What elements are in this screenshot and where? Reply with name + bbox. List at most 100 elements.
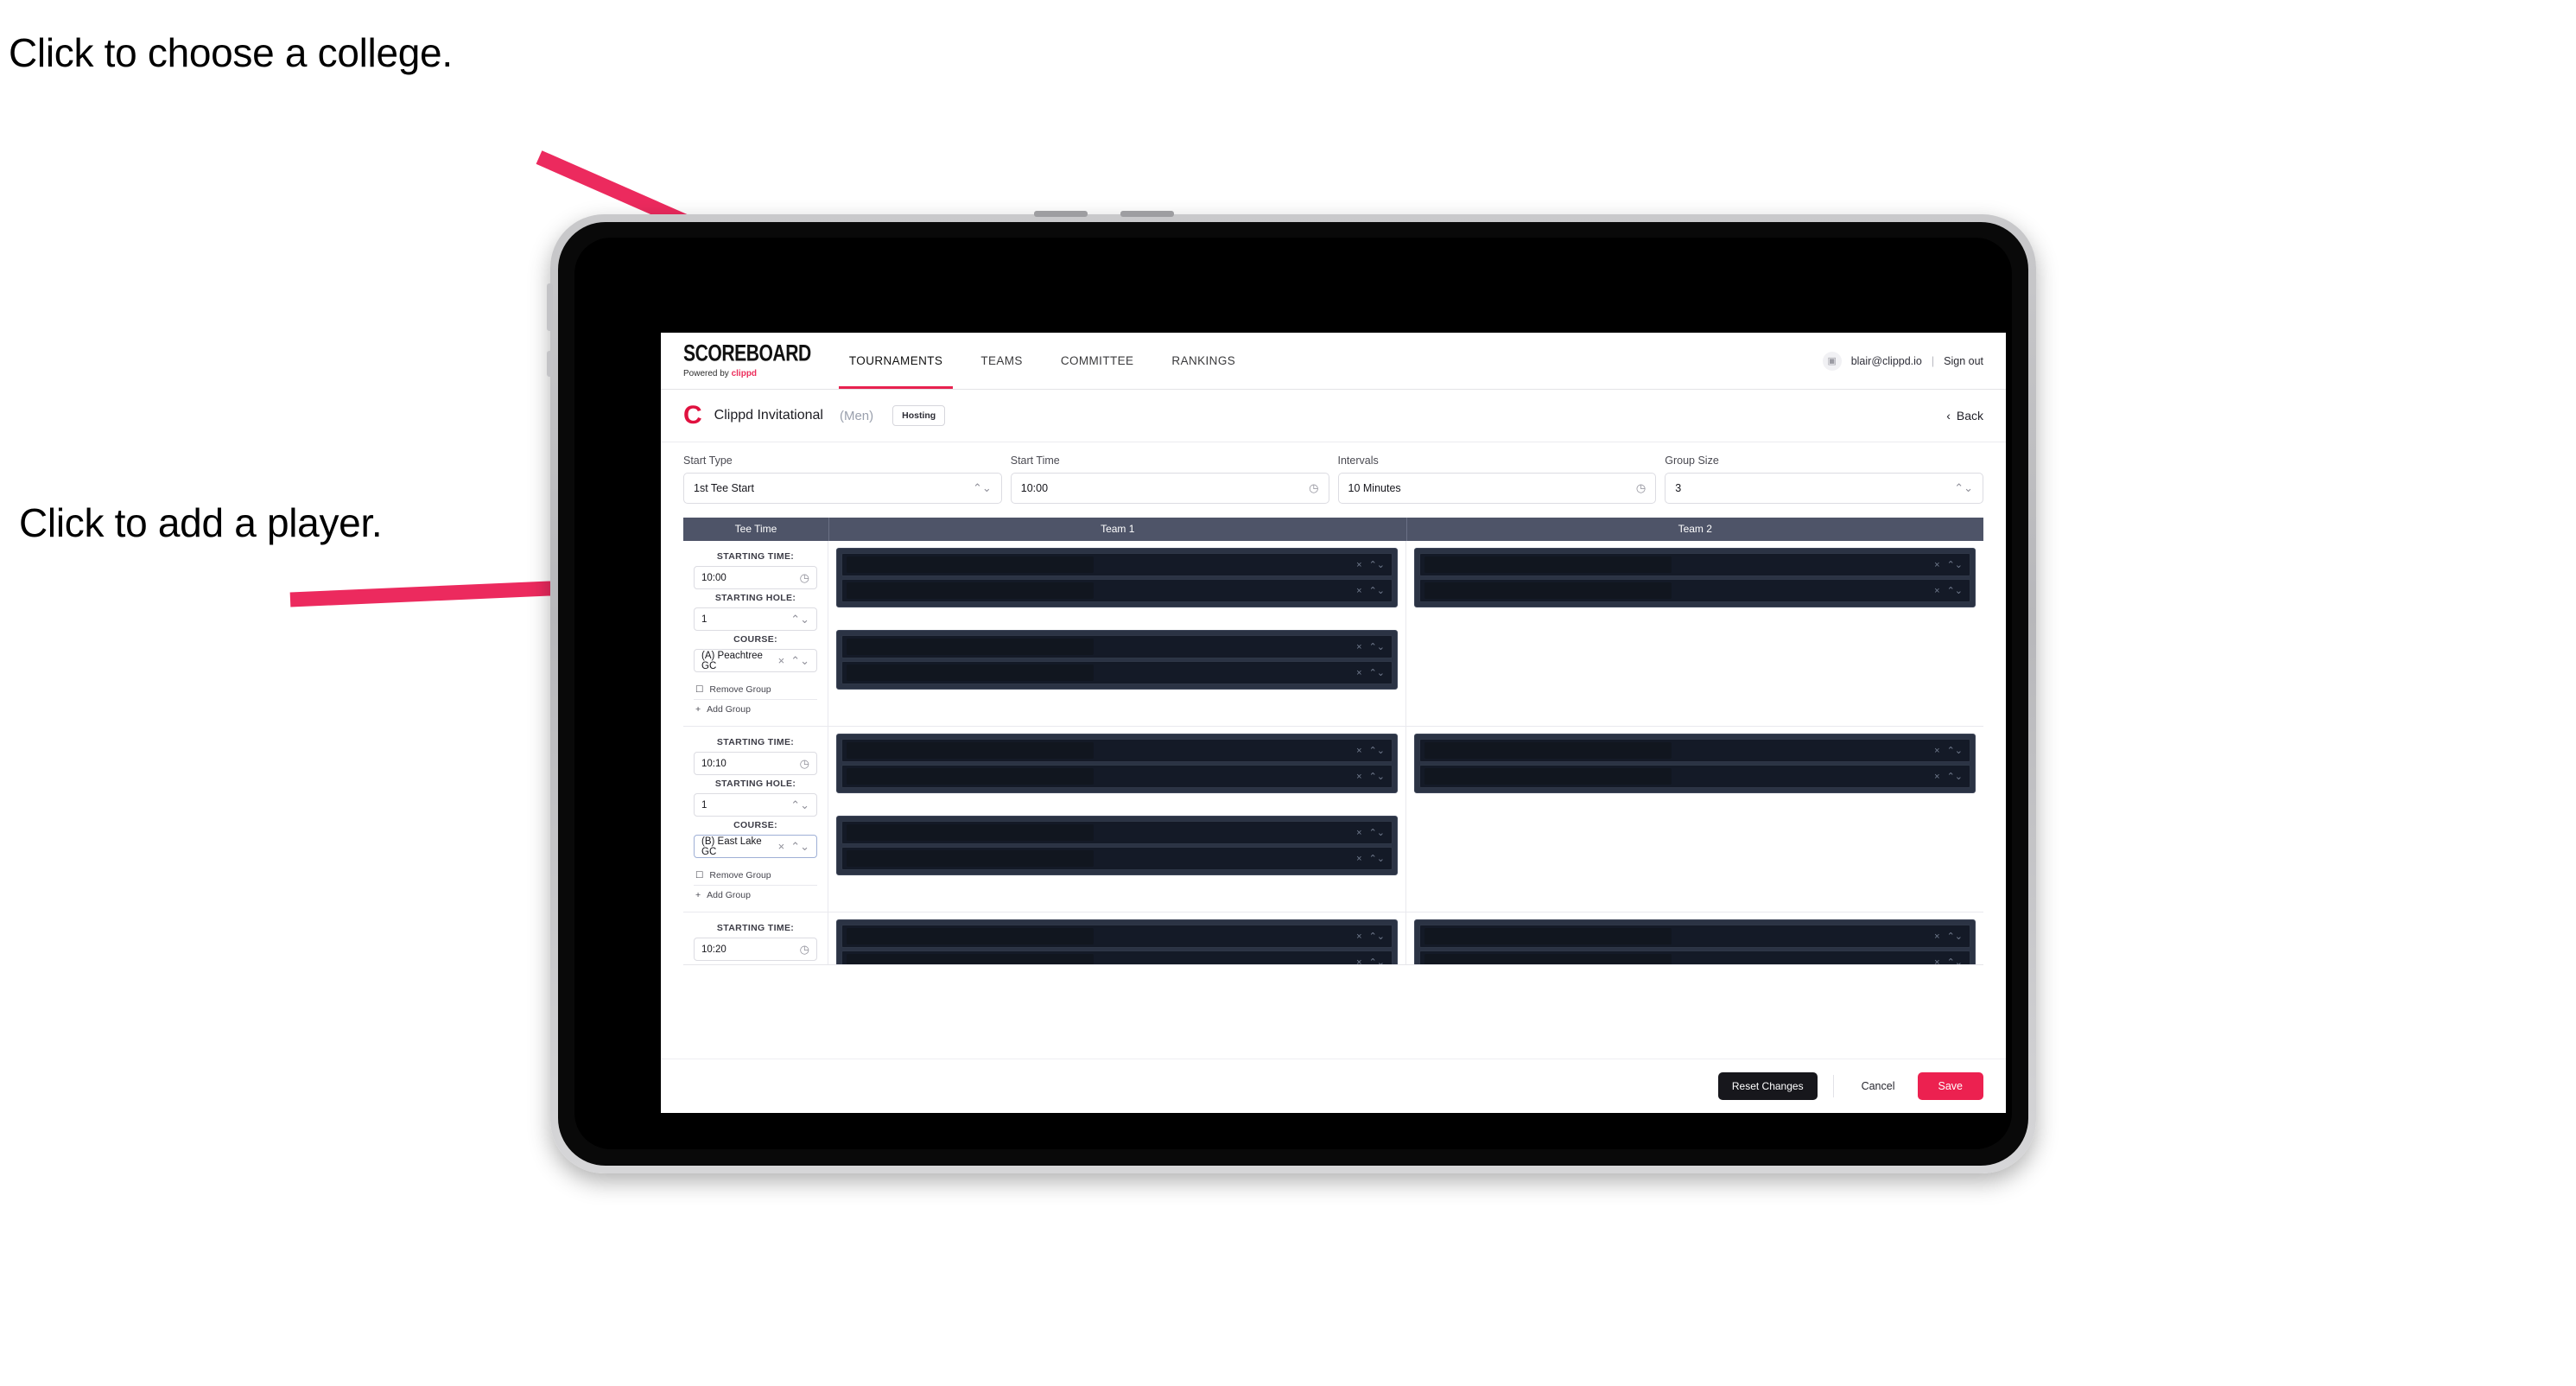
- starting-hole-input[interactable]: 1 ⌃⌄: [694, 793, 817, 817]
- remove-group-button[interactable]: ☐ Remove Group: [694, 866, 817, 885]
- player-slot[interactable]: × ⌃⌄: [1419, 765, 1970, 788]
- player-slot[interactable]: × ⌃⌄: [1419, 950, 1970, 965]
- nav-item-committee[interactable]: COMMITTEE: [1042, 333, 1153, 389]
- player-slot[interactable]: × ⌃⌄: [841, 553, 1393, 576]
- stepper-icon[interactable]: ⌃⌄: [1369, 827, 1385, 838]
- start-type-select[interactable]: 1st Tee Start ⌃⌄: [683, 473, 1002, 504]
- clear-icon[interactable]: ×: [1356, 931, 1361, 942]
- stepper-icon[interactable]: ⌃⌄: [1954, 481, 1973, 495]
- stepper-icon[interactable]: ⌃⌄: [1369, 559, 1385, 570]
- stepper-icon[interactable]: ⌃⌄: [790, 840, 809, 854]
- redacted-player-name: [1424, 768, 1672, 785]
- stepper-icon[interactable]: ⌃⌄: [1369, 585, 1385, 596]
- starting-time-input[interactable]: 10:10 ◷: [694, 752, 817, 775]
- clear-icon[interactable]: ×: [1934, 560, 1939, 570]
- stepper-icon[interactable]: ⌃⌄: [790, 798, 809, 812]
- clear-icon[interactable]: ×: [1356, 772, 1361, 782]
- avatar-icon[interactable]: ▣: [1822, 351, 1842, 371]
- clear-icon[interactable]: ×: [1356, 586, 1361, 596]
- starting-time-input[interactable]: 10:20 ◷: [694, 938, 817, 961]
- device-top-button-2[interactable]: [1120, 211, 1174, 217]
- stepper-icon[interactable]: ⌃⌄: [1947, 559, 1963, 570]
- player-slot[interactable]: × ⌃⌄: [841, 765, 1393, 788]
- intervals-input[interactable]: 10 Minutes ◷: [1337, 473, 1657, 504]
- group-size-select[interactable]: 3 ⌃⌄: [1665, 473, 1983, 504]
- clear-icon[interactable]: ×: [1934, 586, 1939, 596]
- player-slot[interactable]: × ⌃⌄: [841, 739, 1393, 762]
- clear-icon[interactable]: ×: [1934, 772, 1939, 782]
- player-slot[interactable]: × ⌃⌄: [841, 821, 1393, 844]
- clear-icon[interactable]: ×: [1356, 560, 1361, 570]
- back-button[interactable]: ‹ Back: [1946, 409, 1983, 423]
- clear-icon[interactable]: ×: [1934, 957, 1939, 965]
- stepper-icon[interactable]: ⌃⌄: [1947, 771, 1963, 782]
- stepper-icon[interactable]: ⌃⌄: [790, 654, 809, 668]
- stepper-icon[interactable]: ⌃⌄: [1947, 957, 1963, 964]
- stepper-icon[interactable]: ⌃⌄: [1369, 745, 1385, 756]
- stepper-icon[interactable]: ⌃⌄: [790, 613, 809, 626]
- remove-group-button[interactable]: ☐ Remove Group: [694, 680, 817, 699]
- group-actions: ☐ Remove Group + Add Group: [694, 680, 817, 719]
- clear-icon[interactable]: ×: [1934, 746, 1939, 756]
- nav-item-tournaments[interactable]: TOURNAMENTS: [830, 333, 961, 389]
- device-power-button[interactable]: [547, 351, 553, 377]
- clear-icon[interactable]: ×: [778, 840, 785, 853]
- stepper-icon[interactable]: ⌃⌄: [1947, 745, 1963, 756]
- player-slot[interactable]: × ⌃⌄: [1419, 739, 1970, 762]
- player-slot[interactable]: × ⌃⌄: [841, 950, 1393, 965]
- player-slot[interactable]: × ⌃⌄: [841, 661, 1393, 684]
- starting-time-input[interactable]: 10:00 ◷: [694, 566, 817, 589]
- redacted-player-name: [847, 742, 1094, 759]
- device-volume-button[interactable]: [547, 283, 553, 331]
- player-slot[interactable]: × ⌃⌄: [1419, 579, 1970, 602]
- clear-icon[interactable]: ×: [1356, 746, 1361, 756]
- cancel-button[interactable]: Cancel: [1850, 1072, 1907, 1100]
- stepper-icon[interactable]: ⌃⌄: [1947, 585, 1963, 596]
- team-1-cell: × ⌃⌄ × ⌃⌄ × ⌃⌄ × ⌃⌄: [828, 541, 1406, 726]
- reset-changes-button[interactable]: Reset Changes: [1717, 1072, 1818, 1100]
- clear-icon[interactable]: ×: [1356, 642, 1361, 652]
- brand-logo[interactable]: SCOREBOARD Powered by clippd: [661, 333, 830, 389]
- redacted-player-name: [847, 556, 1094, 573]
- player-slot[interactable]: × ⌃⌄: [1419, 553, 1970, 576]
- player-slot[interactable]: × ⌃⌄: [841, 925, 1393, 948]
- player-slot[interactable]: × ⌃⌄: [841, 847, 1393, 870]
- player-slot[interactable]: × ⌃⌄: [841, 635, 1393, 658]
- device-top-button-1[interactable]: [1034, 211, 1088, 217]
- clear-icon[interactable]: ×: [1356, 957, 1361, 965]
- add-group-button[interactable]: + Add Group: [694, 700, 817, 719]
- player-slot[interactable]: × ⌃⌄: [841, 579, 1393, 602]
- stepper-icon[interactable]: ⌃⌄: [1369, 957, 1385, 964]
- clock-icon[interactable]: ◷: [800, 571, 809, 585]
- nav-item-teams[interactable]: TEAMS: [961, 333, 1042, 389]
- stepper-icon[interactable]: ⌃⌄: [1369, 771, 1385, 782]
- player-slot[interactable]: × ⌃⌄: [1419, 925, 1970, 948]
- stepper-icon[interactable]: ⌃⌄: [1369, 931, 1385, 942]
- starting-hole-input[interactable]: 1 ⌃⌄: [694, 607, 817, 631]
- clear-icon[interactable]: ×: [1356, 828, 1361, 838]
- stepper-icon[interactable]: ⌃⌄: [1369, 853, 1385, 864]
- nav-item-rankings[interactable]: RANKINGS: [1152, 333, 1254, 389]
- stepper-icon[interactable]: ⌃⌄: [1369, 641, 1385, 652]
- clock-icon[interactable]: ◷: [1309, 481, 1318, 495]
- clear-icon[interactable]: ×: [1934, 931, 1939, 942]
- add-group-label: Add Group: [707, 890, 751, 900]
- start-time-input[interactable]: 10:00 ◷: [1010, 473, 1329, 504]
- tournament-gender: (Men): [839, 408, 874, 423]
- clear-icon[interactable]: ×: [1356, 854, 1361, 864]
- sign-out-link[interactable]: Sign out: [1944, 355, 1983, 367]
- course-value: (B) East Lake GC: [701, 836, 762, 857]
- course-select[interactable]: (B) East Lake GC × ⌃⌄: [694, 835, 817, 858]
- save-button[interactable]: Save: [1917, 1072, 1983, 1100]
- stepper-icon[interactable]: ⌃⌄: [1947, 931, 1963, 942]
- stepper-icon[interactable]: ⌃⌄: [973, 481, 992, 495]
- stepper-icon[interactable]: ⌃⌄: [1369, 667, 1385, 678]
- clock-icon[interactable]: ◷: [800, 943, 809, 957]
- add-group-button[interactable]: + Add Group: [694, 886, 817, 905]
- clock-icon[interactable]: ◷: [1636, 481, 1646, 495]
- course-select[interactable]: (A) Peachtree GC × ⌃⌄: [694, 649, 817, 672]
- clock-icon[interactable]: ◷: [800, 757, 809, 771]
- clear-icon[interactable]: ×: [778, 654, 785, 667]
- tee-time-cell: STARTING TIME: 10:00 ◷ STARTING HOLE: 1 …: [683, 541, 828, 726]
- clear-icon[interactable]: ×: [1356, 668, 1361, 678]
